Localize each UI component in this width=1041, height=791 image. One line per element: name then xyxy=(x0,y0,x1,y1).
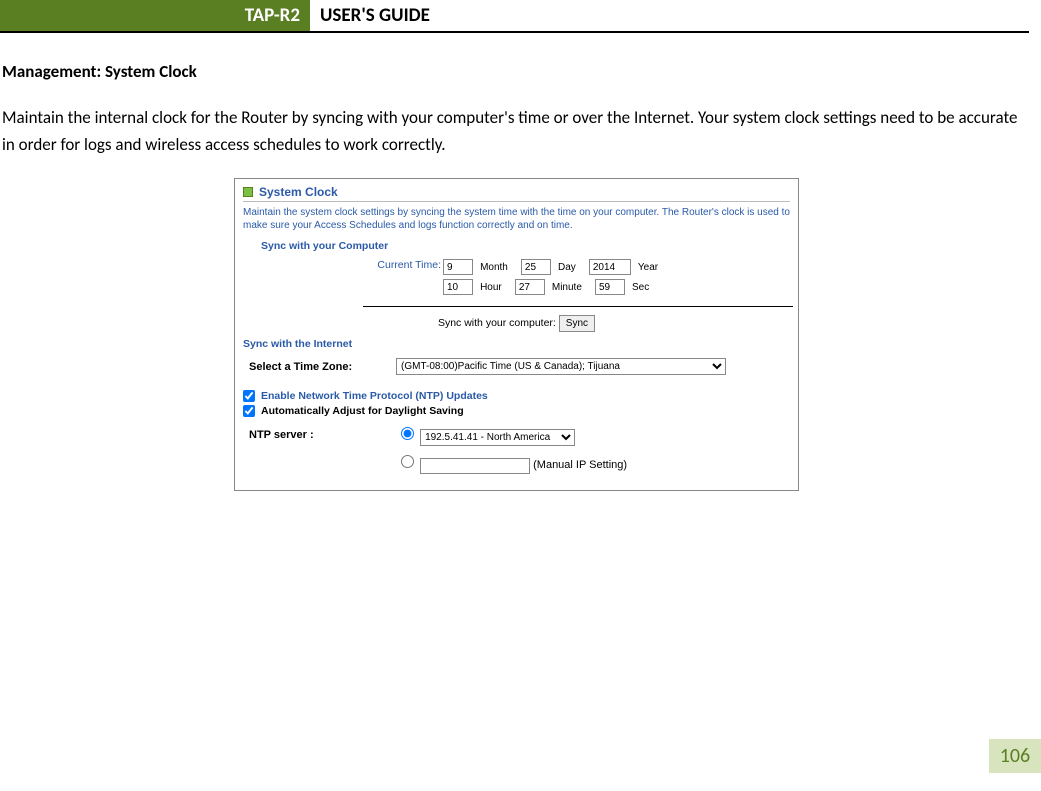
ntp-server-label: NTP server : xyxy=(245,422,390,448)
dst-checkbox[interactable] xyxy=(243,405,255,417)
ntp-server-table: NTP server : 192.5.41.41 - North America… xyxy=(243,420,633,478)
page-content: Management: System Clock Maintain the in… xyxy=(0,33,1041,491)
dst-label: Automatically Adjust for Daylight Saving xyxy=(261,405,464,417)
day-input[interactable] xyxy=(521,259,551,275)
manual-ip-label: (Manual IP Setting) xyxy=(533,459,627,471)
body-paragraph: Maintain the internal clock for the Rout… xyxy=(2,104,1031,158)
second-input[interactable] xyxy=(595,279,625,295)
ntp-server-select[interactable]: 192.5.41.41 - North America xyxy=(420,429,575,446)
ntp-preset-radio[interactable] xyxy=(401,427,414,440)
page-header: TAP-R2 USER'S GUIDE xyxy=(0,0,1029,33)
sync-computer-heading: Sync with your Computer xyxy=(261,240,790,252)
ntp-enable-label: Enable Network Time Protocol (NTP) Updat… xyxy=(261,390,488,402)
timezone-label: Select a Time Zone: xyxy=(245,356,390,377)
second-unit: Sec xyxy=(628,282,659,293)
year-unit: Year xyxy=(634,262,668,273)
minute-unit: Minute xyxy=(548,282,592,293)
panel-title: System Clock xyxy=(259,185,338,199)
hour-unit: Hour xyxy=(476,282,512,293)
ntp-manual-input[interactable] xyxy=(420,458,530,474)
header-brand: TAP-R2 xyxy=(0,0,310,31)
day-unit: Day xyxy=(554,262,586,273)
hour-input[interactable] xyxy=(443,279,473,295)
ntp-manual-radio[interactable] xyxy=(401,455,414,468)
page-number: 106 xyxy=(989,739,1041,773)
sync-internet-heading: Sync with the Internet xyxy=(243,338,790,350)
current-time-fields: Current Time: Month Day Year Hour Minute xyxy=(289,256,670,298)
dst-row: Automatically Adjust for Daylight Saving xyxy=(243,405,790,417)
month-input[interactable] xyxy=(443,259,473,275)
year-input[interactable] xyxy=(589,259,631,275)
sync-button[interactable]: Sync xyxy=(559,315,595,332)
timezone-select[interactable]: (GMT-08:00)Pacific Time (US & Canada); T… xyxy=(396,358,726,375)
panel-icon xyxy=(243,187,253,197)
section-heading: Management: System Clock xyxy=(2,61,1031,82)
month-unit: Month xyxy=(476,262,518,273)
sync-prompt: Sync with your computer: xyxy=(438,317,556,329)
ntp-enable-row: Enable Network Time Protocol (NTP) Updat… xyxy=(243,390,790,402)
panel-description: Maintain the system clock settings by sy… xyxy=(243,206,790,232)
internet-sync-table: Select a Time Zone: (GMT-08:00)Pacific T… xyxy=(243,354,790,379)
header-title: USER'S GUIDE xyxy=(310,0,430,31)
sync-row: Sync with your computer: Sync xyxy=(243,315,790,332)
minute-input[interactable] xyxy=(515,279,545,295)
system-clock-panel: System Clock Maintain the system clock s… xyxy=(234,178,799,491)
ntp-enable-checkbox[interactable] xyxy=(243,390,255,402)
current-time-label: Current Time: xyxy=(291,258,441,276)
